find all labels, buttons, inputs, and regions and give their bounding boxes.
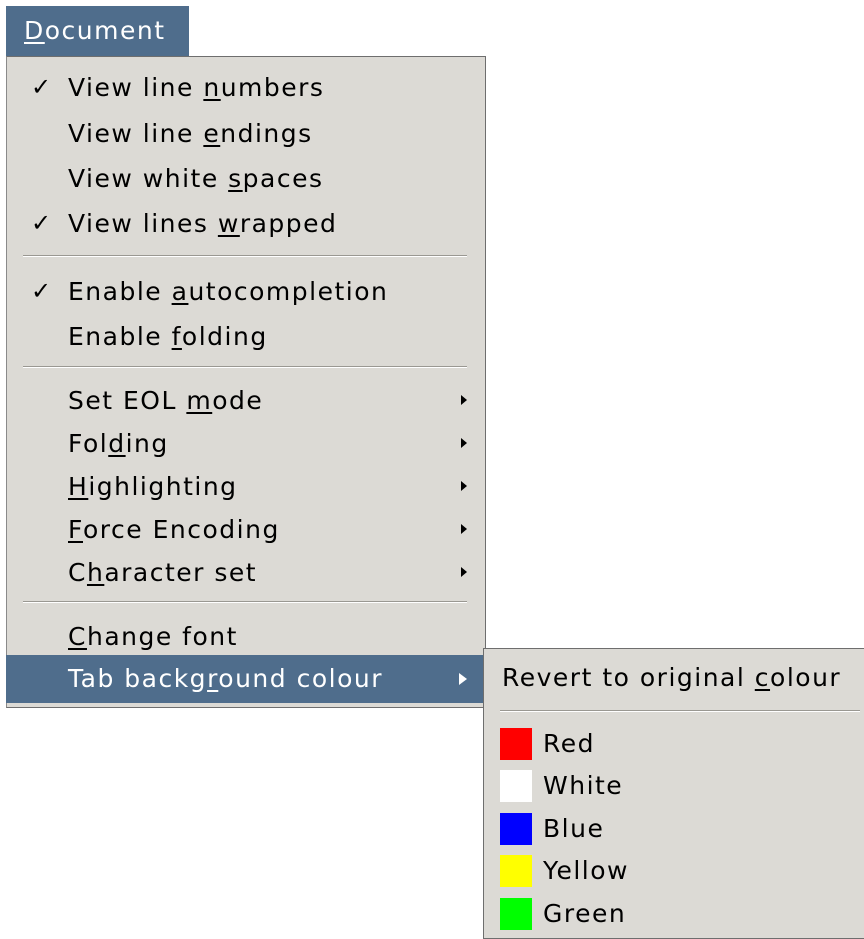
menu-separator bbox=[23, 366, 467, 368]
submenu-separator bbox=[500, 710, 860, 712]
menu-item-label: Enable autocompletion bbox=[68, 277, 389, 306]
color-label: Red bbox=[543, 729, 595, 758]
menu-item-view-line-numbers[interactable]: ✓ View line numbers bbox=[7, 66, 485, 109]
document-menu: ✓ View line numbers View line endings Vi… bbox=[6, 56, 486, 708]
menu-item-view-line-endings[interactable]: View line endings bbox=[7, 112, 485, 155]
color-swatch bbox=[500, 898, 532, 930]
document-mnemonic: D bbox=[24, 16, 45, 45]
color-label: Blue bbox=[543, 814, 605, 843]
menu-item-label: Tab background colour bbox=[68, 664, 384, 693]
menu-item-label: Set EOL mode bbox=[68, 386, 264, 415]
checkmark-icon: ✓ bbox=[31, 209, 53, 237]
color-item-red[interactable]: Red bbox=[484, 722, 864, 765]
menu-item-enable-folding[interactable]: Enable folding bbox=[7, 315, 485, 358]
document-menu-title[interactable]: Document bbox=[6, 6, 189, 56]
checkmark-icon: ✓ bbox=[31, 277, 53, 305]
menu-item-label: Change font bbox=[68, 622, 238, 651]
checkmark-icon: ✓ bbox=[31, 73, 53, 101]
color-swatch bbox=[500, 770, 532, 802]
menu-item-label: Highlighting bbox=[68, 472, 238, 501]
menu-item-folding[interactable]: Folding bbox=[7, 422, 485, 465]
menu-item-label: View lines wrapped bbox=[68, 209, 338, 238]
menu-item-label: Character set bbox=[68, 558, 258, 587]
menu-item-highlighting[interactable]: Highlighting bbox=[7, 465, 485, 508]
color-label: Green bbox=[543, 899, 627, 928]
menu-item-change-font[interactable]: Change font bbox=[7, 615, 485, 658]
menu-item-view-white-spaces[interactable]: View white spaces bbox=[7, 157, 485, 200]
color-item-green[interactable]: Green bbox=[484, 892, 864, 935]
menu-item-label: View line numbers bbox=[68, 73, 325, 102]
menu-item-enable-autocompletion[interactable]: ✓ Enable autocompletion bbox=[7, 270, 485, 313]
menu-item-label: View line endings bbox=[68, 119, 313, 148]
submenu-arrow-icon bbox=[461, 395, 467, 405]
color-swatch bbox=[500, 728, 532, 760]
menu-item-set-eol-mode[interactable]: Set EOL mode bbox=[7, 379, 485, 422]
tab-background-colour-submenu: Revert to original colour Red White Blue… bbox=[483, 648, 864, 939]
menu-separator bbox=[23, 601, 467, 603]
color-label: White bbox=[543, 771, 624, 800]
submenu-arrow-icon bbox=[459, 673, 467, 685]
submenu-arrow-icon bbox=[461, 481, 467, 491]
menu-item-tab-background-colour[interactable]: Tab background colour bbox=[6, 655, 486, 703]
menu-item-label: Force Encoding bbox=[68, 515, 280, 544]
color-item-white[interactable]: White bbox=[484, 764, 864, 807]
menu-item-view-lines-wrapped[interactable]: ✓ View lines wrapped bbox=[7, 202, 485, 245]
submenu-arrow-icon bbox=[461, 438, 467, 448]
color-swatch bbox=[500, 855, 532, 887]
submenu-arrow-icon bbox=[461, 524, 467, 534]
submenu-arrow-icon bbox=[461, 567, 467, 577]
menu-item-character-set[interactable]: Character set bbox=[7, 551, 485, 594]
menu-item-revert-colour[interactable]: Revert to original colour bbox=[502, 658, 841, 698]
color-item-blue[interactable]: Blue bbox=[484, 807, 864, 850]
menu-item-label: View white spaces bbox=[68, 164, 324, 193]
menu-item-label: Folding bbox=[68, 429, 169, 458]
color-label: Yellow bbox=[543, 856, 629, 885]
color-swatch bbox=[500, 813, 532, 845]
color-item-yellow[interactable]: Yellow bbox=[484, 849, 864, 892]
document-title-rest: ocument bbox=[44, 16, 166, 45]
menu-separator bbox=[23, 255, 467, 257]
menu-item-label: Enable folding bbox=[68, 322, 268, 351]
menu-item-force-encoding[interactable]: Force Encoding bbox=[7, 508, 485, 551]
